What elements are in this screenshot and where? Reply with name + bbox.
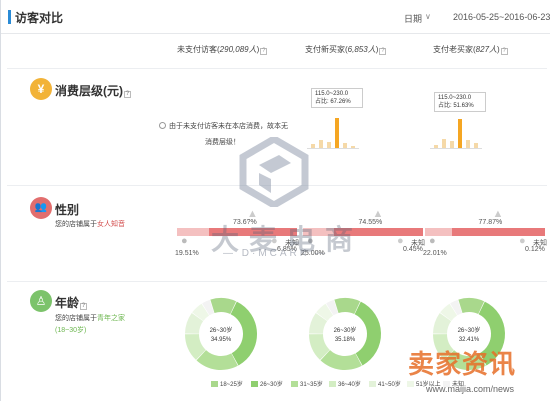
legend-swatch <box>329 381 336 387</box>
legend-label: 36~40岁 <box>338 382 361 388</box>
visitor-comparison-panel: 访客对比 日期 ∨ 2016-05-25~2016-06-23 未支付访客(29… <box>0 0 550 401</box>
legend-item[interactable]: 41~50岁 <box>369 379 401 388</box>
donut-center-value: 35.18% <box>334 337 356 343</box>
donut-center-label: 26~30岁 <box>333 328 357 334</box>
donut-segment <box>320 350 362 370</box>
donut-center-label: 26~30岁 <box>209 328 233 334</box>
legend-label: 26~30岁 <box>260 382 283 388</box>
watermark-url: www.maijia.com/news <box>426 384 515 394</box>
watermark-brand: 卖家资讯 <box>408 349 517 379</box>
legend-item[interactable]: 36~40岁 <box>329 379 361 388</box>
legend-label: 41~50岁 <box>378 382 401 388</box>
legend-swatch <box>369 381 376 387</box>
legend-swatch <box>291 381 298 387</box>
donut-segment <box>196 350 238 370</box>
watermark-logo <box>239 137 309 207</box>
legend-item[interactable]: 18~25岁 <box>211 379 243 388</box>
donut-center-value: 32.41% <box>458 337 480 343</box>
legend-swatch <box>211 381 218 387</box>
legend-swatch <box>251 381 258 387</box>
legend-swatch <box>407 381 414 387</box>
legend-label: 18~25岁 <box>220 382 243 388</box>
donut-center-label: 26~30岁 <box>457 328 481 334</box>
donut-center-value: 34.95% <box>210 337 232 343</box>
legend-item[interactable]: 31~35岁 <box>291 379 323 388</box>
legend-label: 31~35岁 <box>300 382 323 388</box>
watermark-subtext: — D·MCARK — <box>223 248 329 259</box>
legend-item[interactable]: 26~30岁 <box>251 379 283 388</box>
